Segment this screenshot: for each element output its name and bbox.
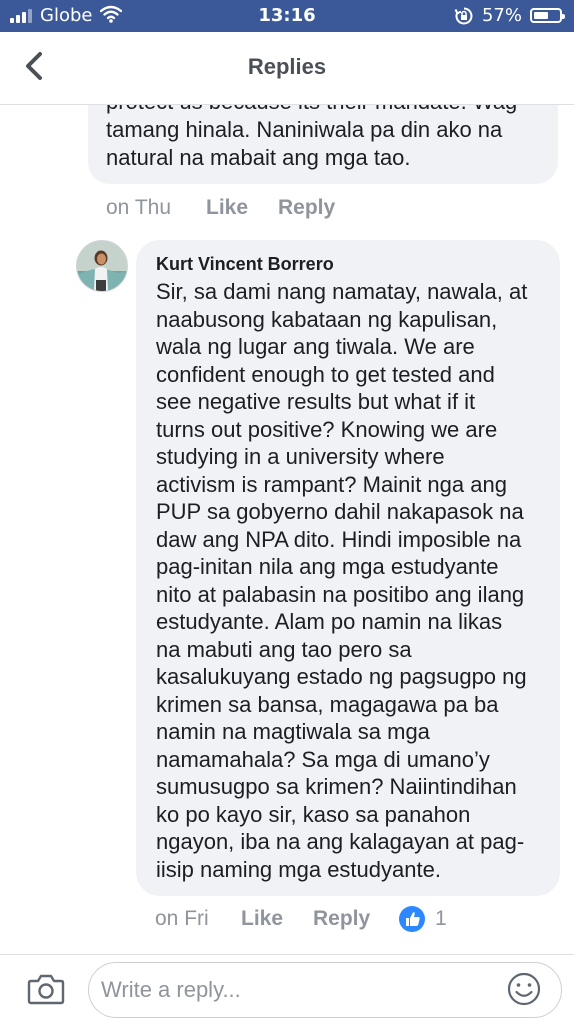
orientation-lock-icon [454,7,473,24]
reply-input[interactable] [88,962,562,1018]
comment-line: tamang hinala. Naniniwala pa din ako na [106,117,503,142]
camera-button[interactable] [26,971,66,1007]
comment-text: Sir, sa dami nang namatay, nawala, at na… [156,278,552,883]
reply-button[interactable]: Reply [278,196,335,220]
reply-button[interactable]: Reply [313,907,399,931]
page-title: Replies [247,54,327,79]
smiley-icon [507,972,541,1006]
comment-line: iisip naming mga estudyante. [156,856,441,882]
emoji-button[interactable] [506,971,542,1007]
previous-comment-bubble[interactable]: protect us because its their mandate. Wa… [88,104,558,184]
reaction-count: 1 [435,907,447,930]
comment-line: estudyante. Alam po namin na likas [156,609,503,634]
comment-author[interactable]: Kurt Vincent Borrero [156,254,334,275]
like-button[interactable]: Like [241,907,313,931]
header: Replies [0,32,574,105]
status-bar: Globe 13:16 57% [0,0,574,32]
camera-icon [27,974,65,1005]
comment-line: see negative results but what if it [156,389,476,414]
comment-actions: on Fri Like Reply 1 [155,906,447,932]
avatar-photo [77,241,127,291]
comment-line: namamahala? Sa mga di umano’y [156,746,490,772]
like-button[interactable]: Like [206,196,278,220]
reply-composer [0,954,574,1025]
replies-thread[interactable]: protect us because its their mandate. Wa… [0,104,574,954]
comment-line: nito at palabasin na positibo ang ilang [156,581,525,607]
comment-line: PUP sa gobyerno dahil nakapasok na [156,499,524,524]
thumbs-up-icon [399,906,425,932]
comment-line: natural na mabait ang mga tao. [106,145,411,170]
comment-line: confident enough to get tested and [156,361,495,387]
comment-line: naabusong kabataan ng kapulisan, [156,306,498,332]
comment-line: Sir, sa dami nang namatay, nawala, at [156,279,528,304]
avatar[interactable] [76,240,128,292]
comment-line: turns out positive? Knowing we are [156,416,498,442]
status-right: 57% [454,5,565,26]
comment-line: sumusugpo sa krimen? Naiintindihan [156,774,517,799]
comment-line: ko po kayo sir, kaso sa panahon [156,801,471,827]
comment-line: pag-initan nila ang mga estudyante [156,554,499,579]
comment-line: namin na magtiwala sa mga [156,719,430,744]
previous-comment-text: protect us because its their mandate. Wa… [106,104,546,172]
comment-line: wala ng lugar ang tiwala. We are [156,334,475,359]
comment-timestamp: on Thu [106,196,171,219]
reaction-summary[interactable]: 1 [399,906,447,932]
comment-line: ngayon, iba na ang kalagayan at pag- [156,829,525,854]
comment-line: studying in a university where [156,444,445,469]
previous-comment-actions: on Thu Like Reply [106,196,335,220]
battery-icon [530,8,565,23]
comment-line: activism is rampant? Mainit nga ang [156,471,507,497]
comment-timestamp: on Fri [155,907,209,930]
comment-line: krimen sa bansa, magagawa pa ba [156,691,499,717]
comment-bubble[interactable]: Kurt Vincent Borrero Sir, sa dami nang n… [136,240,560,896]
comment-line: daw ang NPA dito. Hindi imposible na [156,526,522,552]
comment-line: na mabuti ang tao pero sa [156,636,412,662]
comment-line: kasalukuyang estado ng pagsugpo ng [156,664,527,689]
comment-line: protect us because its their mandate. Wa… [106,104,546,116]
battery-percent: 57% [481,5,522,26]
